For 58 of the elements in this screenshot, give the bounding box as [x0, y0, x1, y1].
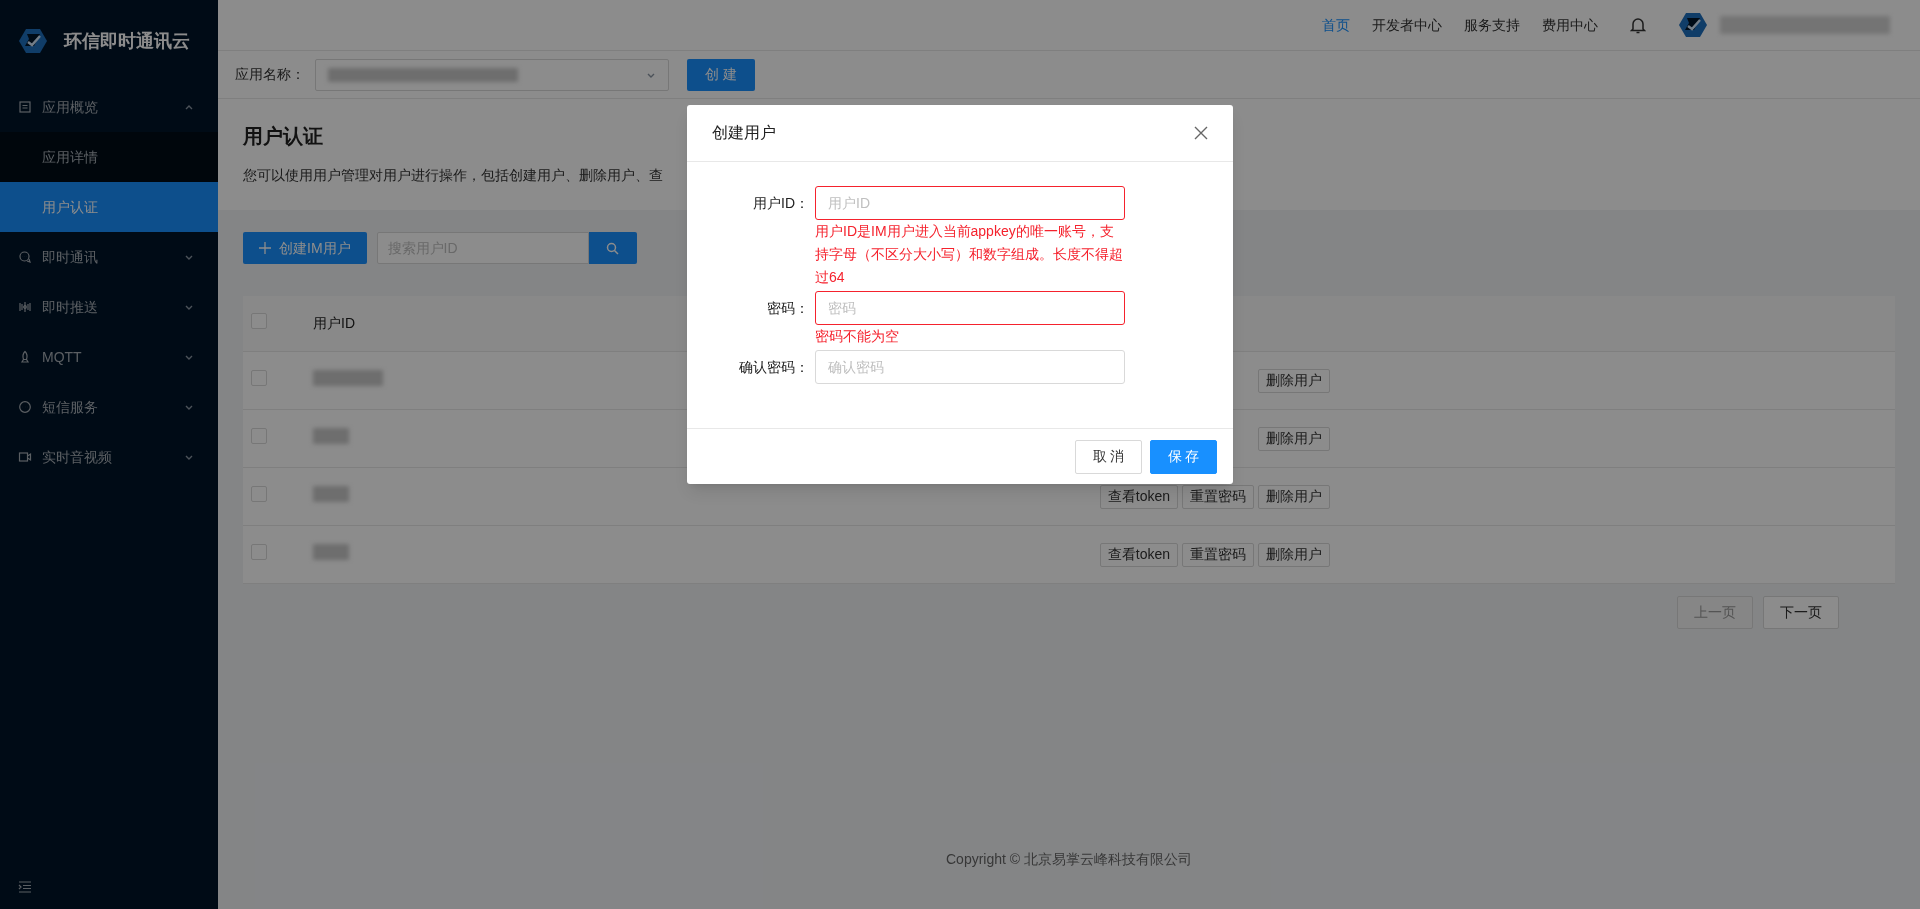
page-description: 您可以使用用户管理对用户进行操作，包括创建用户、删除用户、查 — [243, 166, 664, 185]
row-action-button[interactable]: 查看token — [1099, 542, 1178, 567]
logo-icon — [1678, 12, 1708, 38]
blurred-user-id — [313, 543, 349, 560]
plus-icon — [259, 242, 271, 254]
nav-link[interactable]: 首页 — [1322, 14, 1350, 36]
page-title: 用户认证 — [243, 124, 323, 149]
sidebar-item[interactable]: 即时推送 — [0, 282, 218, 332]
app-select[interactable] — [315, 58, 669, 91]
row-action-button[interactable]: 删除用户 — [1258, 426, 1330, 451]
message-icon — [18, 400, 32, 414]
create-user-button[interactable]: 创建IM用户 — [243, 232, 367, 264]
save-button[interactable]: 保 存 — [1150, 439, 1217, 474]
column-header: 用户ID — [313, 314, 355, 333]
sidebar-item[interactable]: 即时通讯 — [0, 232, 218, 282]
field-label: 确认密码： — [738, 358, 810, 377]
blurred-user-id — [313, 427, 349, 444]
nav-link[interactable]: 服务支持 — [1464, 14, 1520, 36]
blurred-user-id — [313, 369, 383, 386]
sidebar-item[interactable]: 短信服务 — [0, 382, 218, 432]
bell-icon[interactable] — [1630, 16, 1646, 34]
sidebar-subitem[interactable]: 用户认证 — [0, 182, 218, 232]
nav-link[interactable]: 开发者中心 — [1372, 14, 1442, 36]
sidebar-item[interactable]: 实时音视频 — [0, 432, 218, 482]
signal-icon — [18, 300, 32, 314]
blurred-user-id — [313, 485, 349, 502]
field-label: 用户ID： — [752, 194, 810, 213]
error-message: 用户ID是IM用户进入当前appkey的唯一账号，支持字母（不区分大小写）和数字组成。长度不得超过64 — [815, 222, 1124, 287]
app-name-label: 应用名称： — [235, 65, 305, 84]
copyright-text: Copyright © 北京易掌云峰科技有限公司 — [946, 850, 1192, 869]
input-field[interactable]: 用户ID — [815, 186, 1125, 220]
next-page-button[interactable]: 下一页 — [1763, 596, 1839, 629]
sidebar-subitem[interactable]: 应用详情 — [0, 132, 218, 182]
row-action-button[interactable]: 删除用户 — [1258, 484, 1330, 509]
logo-icon — [18, 28, 48, 54]
sidebar-item[interactable]: 应用概览 — [0, 82, 218, 132]
dialog-title: 创建用户 — [712, 123, 776, 143]
rocket-icon — [18, 350, 32, 364]
close-icon[interactable] — [1194, 126, 1208, 140]
search-icon — [606, 241, 620, 255]
nav-link[interactable]: 费用中心 — [1542, 14, 1598, 36]
input-field[interactable]: 密码 — [815, 291, 1125, 325]
brand-name: 环信即时通讯云 — [64, 29, 190, 53]
cancel-button[interactable]: 取 消 — [1075, 439, 1142, 474]
row-action-button[interactable]: 删除用户 — [1258, 368, 1330, 393]
video-icon — [18, 450, 32, 464]
create-button[interactable]: 创 建 — [687, 58, 755, 91]
error-message: 密码不能为空 — [815, 327, 900, 346]
row-action-button[interactable]: 查看token — [1099, 484, 1178, 509]
row-action-button[interactable]: 重置密码 — [1182, 542, 1254, 567]
field-label: 密码： — [766, 299, 810, 318]
row-action-button[interactable]: 删除用户 — [1258, 542, 1330, 567]
chat-icon — [18, 250, 32, 264]
document-icon — [18, 100, 32, 114]
search-button[interactable] — [588, 232, 637, 264]
row-action-button[interactable]: 重置密码 — [1182, 484, 1254, 509]
sidebar-item[interactable]: MQTT — [0, 332, 218, 382]
collapse-icon[interactable] — [18, 881, 32, 893]
